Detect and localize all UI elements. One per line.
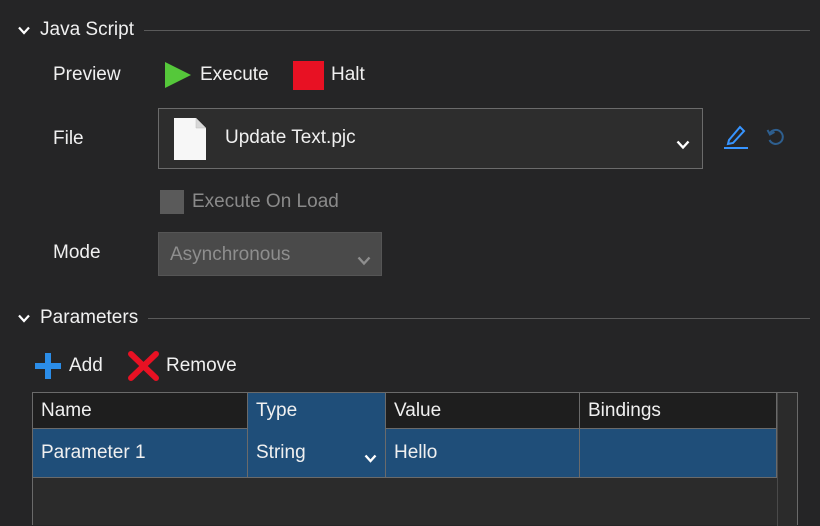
file-dropdown[interactable]: Update Text.pjc: [158, 108, 703, 169]
column-header-bindings[interactable]: Bindings: [580, 393, 777, 429]
parameter-name-cell[interactable]: Parameter 1: [33, 429, 248, 477]
parameters-section-title: Parameters: [40, 307, 139, 328]
chevron-down-icon[interactable]: [364, 448, 377, 470]
parameter-type-value: String: [256, 442, 306, 463]
grid-header: Name Type Value Bindings: [33, 393, 777, 429]
parameters-section-header[interactable]: Parameters: [18, 303, 810, 333]
execute-button[interactable]: Execute: [163, 60, 269, 90]
preview-label: Preview: [53, 64, 121, 85]
chevron-down-icon[interactable]: [676, 134, 690, 156]
section-divider: [148, 317, 810, 319]
halt-button[interactable]: Halt: [293, 60, 365, 90]
x-icon: [128, 351, 159, 381]
remove-label: Remove: [166, 355, 237, 376]
stop-icon: [293, 60, 324, 90]
play-icon: [163, 60, 193, 90]
execute-on-load-checkbox[interactable]: Execute On Load: [160, 189, 339, 215]
add-parameter-button[interactable]: Add: [33, 351, 103, 381]
parameter-bindings-cell[interactable]: [580, 429, 777, 477]
plus-icon: [33, 351, 63, 381]
mode-dropdown[interactable]: Asynchronous: [158, 232, 382, 276]
mode-label: Mode: [53, 242, 101, 263]
column-header-value[interactable]: Value: [386, 393, 580, 429]
file-label: File: [53, 128, 84, 149]
document-icon: [173, 117, 207, 167]
parameter-value-cell[interactable]: Hello: [386, 429, 580, 477]
add-label: Add: [69, 355, 103, 376]
column-header-name[interactable]: Name: [33, 393, 248, 429]
pencil-icon[interactable]: [723, 122, 749, 156]
checkbox-box: [160, 190, 184, 214]
javascript-section-header[interactable]: Java Script: [18, 15, 810, 45]
table-row[interactable]: Parameter 1 String Hello: [33, 429, 777, 478]
undo-icon[interactable]: [766, 127, 786, 153]
mode-value: Asynchronous: [170, 244, 291, 265]
parameter-type-select[interactable]: String: [248, 429, 386, 477]
grid-scrollbar[interactable]: [777, 393, 797, 526]
halt-label: Halt: [331, 64, 365, 85]
chevron-down-icon: [357, 250, 371, 272]
column-header-type[interactable]: Type: [248, 393, 386, 429]
section-divider: [143, 29, 810, 31]
execute-on-load-label: Execute On Load: [192, 191, 339, 212]
chevron-down-icon[interactable]: [18, 310, 40, 326]
javascript-section-title: Java Script: [40, 19, 134, 40]
file-value: Update Text.pjc: [225, 127, 356, 148]
parameters-grid[interactable]: Name Type Value Bindings Parameter 1 Str…: [32, 392, 798, 526]
remove-parameter-button[interactable]: Remove: [128, 351, 237, 381]
execute-label: Execute: [200, 64, 269, 85]
chevron-down-icon[interactable]: [18, 22, 40, 38]
